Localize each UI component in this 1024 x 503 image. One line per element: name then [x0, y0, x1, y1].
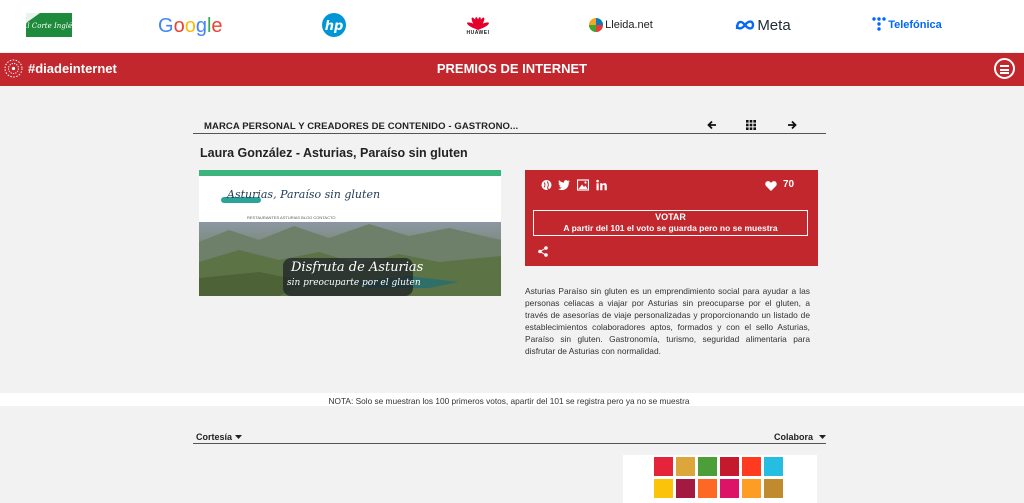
- sponsors-bar: El Corte Inglés Google hp HUAWEI: [0, 0, 1024, 52]
- hp-logo-icon: hp: [322, 13, 346, 37]
- svg-text:El Corte Inglés: El Corte Inglés: [26, 22, 72, 30]
- vote-button[interactable]: VOTAR A partir del 101 el voto se guarda…: [533, 210, 808, 236]
- preview-brand: Asturias, Paraíso sin gluten: [227, 188, 381, 201]
- el-corte-ingles-logo[interactable]: El Corte Inglés: [26, 8, 72, 42]
- likes-count: 70: [783, 179, 795, 190]
- sdg-goal-icon: [676, 457, 695, 476]
- sdg-goal-icon: [764, 479, 783, 498]
- menu-line-icon: [1000, 65, 1009, 67]
- vote-label: VOTAR: [655, 212, 686, 222]
- vote-panel: 70 VOTAR A partir del 101 el voto se gua…: [525, 170, 818, 266]
- lleida-net-label: Lleida.net: [605, 19, 653, 31]
- huawei-logo[interactable]: HUAWEI: [462, 8, 494, 42]
- divider: [193, 133, 826, 134]
- top-header-bar: #diadeinternet PREMIOS DE INTERNET: [0, 53, 1024, 86]
- footer-divider: [193, 443, 826, 444]
- arrow-right-icon: [788, 120, 797, 130]
- svg-text:Google: Google: [158, 15, 223, 37]
- grid-icon: [746, 120, 756, 130]
- next-button[interactable]: [787, 119, 797, 133]
- sdg-goal-icon: [698, 457, 717, 476]
- preview-topbar: [199, 170, 501, 176]
- votes-note: NOTA: Solo se muestran los 100 primeros …: [328, 396, 690, 406]
- sdg-goal-icon: [698, 479, 717, 498]
- nominee-title: Laura González - Asturias, Paraíso sin g…: [200, 146, 468, 160]
- sdg-goal-icon: [764, 457, 783, 476]
- preview-caption-sub: sin preocuparte por el gluten: [287, 278, 421, 288]
- sdg-goals-graphic[interactable]: [623, 455, 817, 503]
- grid-view-button[interactable]: [746, 119, 756, 133]
- el-corte-ingles-logo-icon: El Corte Inglés: [26, 13, 72, 37]
- meta-label: Meta: [757, 16, 791, 34]
- colabora-label: Colabora: [774, 432, 814, 442]
- linkedin-icon[interactable]: [596, 178, 607, 192]
- colabora-dropdown[interactable]: Colabora: [774, 432, 826, 442]
- preview-caption-main: Disfruta de Asturias: [291, 260, 424, 275]
- caret-down-icon: [234, 435, 242, 439]
- google-logo[interactable]: Google: [157, 8, 223, 42]
- meta-logo[interactable]: Meta: [731, 8, 795, 42]
- lleida-net-logo[interactable]: Lleida.net: [586, 8, 656, 42]
- previous-button[interactable]: [707, 119, 717, 133]
- menu-button[interactable]: [994, 58, 1015, 79]
- svg-text:hp: hp: [325, 19, 344, 34]
- award-category: MARCA PERSONAL Y CREADORES DE CONTENIDO …: [204, 121, 519, 132]
- menu-line-icon: [1000, 68, 1009, 71]
- globe-icon[interactable]: [541, 178, 552, 192]
- sdg-goal-icon: [720, 457, 739, 476]
- hp-logo[interactable]: hp: [320, 8, 348, 42]
- twitter-icon[interactable]: [558, 178, 570, 192]
- share-icon[interactable]: [538, 246, 548, 257]
- telefonica-dots-icon: [872, 17, 886, 31]
- arrow-left-icon: [707, 120, 716, 130]
- sdg-goal-icon: [742, 457, 761, 476]
- sdg-goal-icon: [654, 457, 673, 476]
- telefonica-label: Telefónica: [888, 19, 942, 31]
- sdg-goal-icon: [742, 479, 761, 498]
- vote-note: A partir del 101 el voto se guarda pero …: [563, 223, 778, 233]
- image-icon[interactable]: [577, 178, 589, 192]
- huawei-label: HUAWEI: [466, 30, 490, 36]
- caret-down-icon: [818, 435, 826, 439]
- sdg-goal-icon: [654, 479, 673, 498]
- lleida-net-icon: [589, 18, 604, 32]
- cortesia-label: Cortesía: [196, 432, 233, 442]
- telefonica-logo[interactable]: Telefónica: [871, 8, 943, 42]
- cortesia-dropdown[interactable]: Cortesía: [196, 432, 242, 442]
- huawei-flower-icon: [467, 17, 489, 30]
- google-logo-icon: Google: [158, 15, 223, 37]
- sdg-goal-icon: [720, 479, 739, 498]
- page-title: PREMIOS DE INTERNET: [436, 61, 588, 76]
- website-preview-image[interactable]: Asturias, Paraíso sin gluten RESTAURANTE…: [199, 170, 501, 296]
- preview-menu: RESTAURANTES ASTURIAS BLOG CONTACTO: [247, 215, 336, 220]
- heart-icon[interactable]: [765, 179, 777, 193]
- nominee-description: Asturias Paraíso sin gluten es un empren…: [525, 286, 810, 356]
- meta-infinity-icon: [736, 20, 755, 30]
- sdg-goal-icon: [676, 479, 695, 498]
- menu-line-icon: [1000, 72, 1009, 74]
